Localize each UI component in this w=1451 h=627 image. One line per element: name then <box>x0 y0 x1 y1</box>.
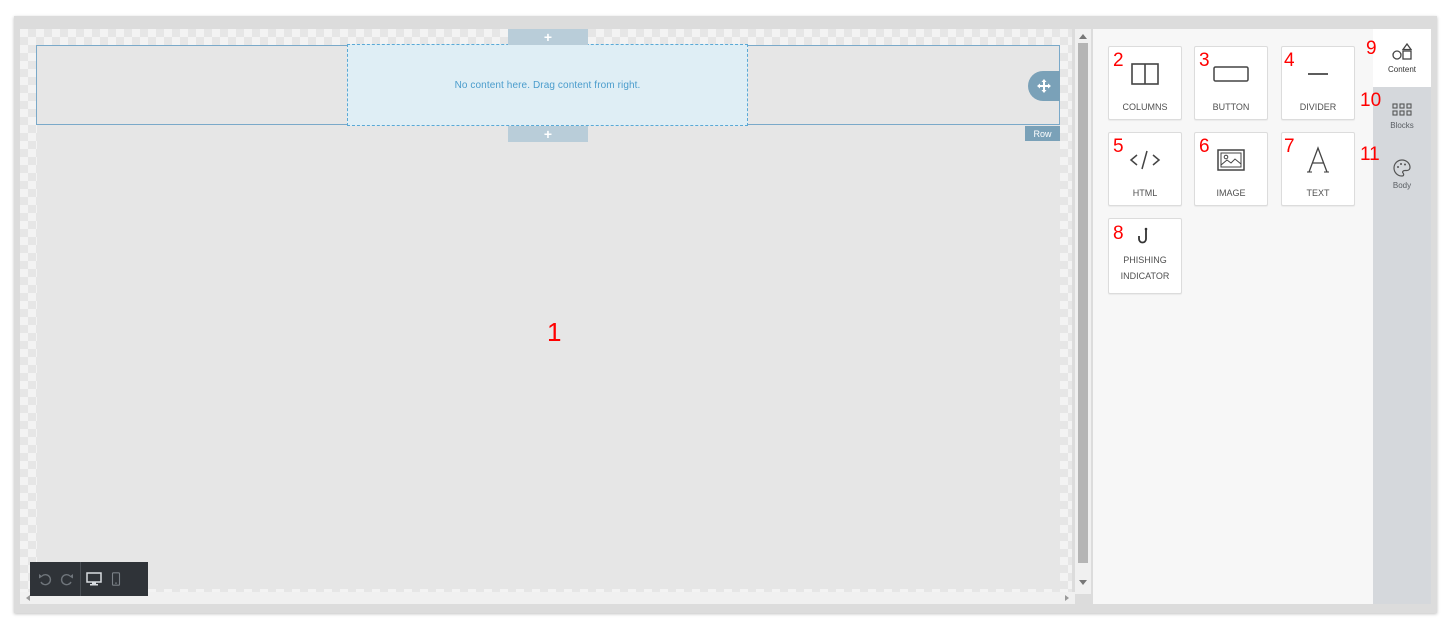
shapes-icon <box>1392 42 1412 60</box>
callout-1: 1 <box>547 317 562 347</box>
move-icon <box>1037 79 1051 93</box>
callout-5: 5 <box>1113 136 1124 157</box>
desktop-icon <box>86 572 102 586</box>
history-toolbar <box>30 562 148 596</box>
html-icon <box>1129 150 1161 170</box>
scrollbar-thumb[interactable] <box>1078 43 1088 563</box>
tile-label-line: PHISHING <box>1123 255 1167 265</box>
redo-icon <box>60 573 73 586</box>
callout-3: 3 <box>1199 50 1210 71</box>
button-icon <box>1213 66 1249 82</box>
row-move-handle[interactable] <box>1028 71 1060 101</box>
undo-icon <box>39 573 52 586</box>
divider-icon <box>1308 73 1328 75</box>
horizontal-scrollbar[interactable] <box>20 592 1075 604</box>
callout-11: 11 <box>1360 144 1380 165</box>
plus-icon: + <box>543 29 553 45</box>
tab-body[interactable]: Body <box>1373 145 1431 203</box>
tile-label-line: INDICATOR <box>1120 271 1170 281</box>
desktop-view-button[interactable] <box>83 562 105 596</box>
row-label: Row <box>1025 126 1060 141</box>
scroll-down-icon[interactable] <box>1079 580 1087 585</box>
image-icon <box>1217 149 1245 171</box>
tab-content[interactable]: Content <box>1373 29 1431 87</box>
add-row-above-button[interactable]: + <box>508 29 588 45</box>
text-icon <box>1307 146 1329 173</box>
tile-label: BUTTON <box>1212 102 1250 112</box>
callout-2: 2 <box>1113 50 1124 71</box>
undo-button[interactable] <box>34 562 56 596</box>
callout-9: 9 <box>1366 38 1377 59</box>
plus-icon: + <box>543 126 553 142</box>
toolbar-divider <box>80 562 81 596</box>
tab-label: Content <box>1387 64 1417 74</box>
tab-blocks[interactable]: Blocks <box>1373 87 1431 145</box>
mobile-view-button[interactable] <box>105 562 127 596</box>
scroll-up-icon[interactable] <box>1079 34 1087 39</box>
tile-label: PHISHING INDICATOR <box>1121 252 1170 284</box>
column-drop-zone[interactable]: No content here. Drag content from right… <box>347 44 748 126</box>
callout-8: 8 <box>1113 223 1124 244</box>
tab-label: Blocks <box>1390 120 1414 130</box>
redo-button[interactable] <box>56 562 78 596</box>
empty-column-message: No content here. Drag content from right… <box>454 79 641 91</box>
tile-label: DIVIDER <box>1299 102 1337 112</box>
columns-icon <box>1131 63 1159 85</box>
grid-icon <box>1392 102 1412 116</box>
tile-label: COLUMNS <box>1122 102 1168 112</box>
callout-6: 6 <box>1199 136 1210 157</box>
palette-icon <box>1393 158 1411 177</box>
callout-10: 10 <box>1360 90 1382 111</box>
callout-7: 7 <box>1284 136 1295 157</box>
scroll-right-icon[interactable] <box>1065 595 1069 601</box>
tile-label: HTML <box>1132 188 1158 198</box>
vertical-scrollbar[interactable] <box>1075 29 1091 594</box>
sidebar-tabs: Content Blocks Body <box>1373 29 1431 604</box>
callout-4: 4 <box>1284 50 1295 71</box>
tile-label: IMAGE <box>1216 188 1246 198</box>
tab-label: Body <box>1392 180 1412 190</box>
add-row-below-button[interactable]: + <box>508 126 588 142</box>
hook-icon <box>1138 227 1148 244</box>
tile-label: TEXT <box>1306 188 1330 198</box>
mobile-icon <box>111 572 121 586</box>
